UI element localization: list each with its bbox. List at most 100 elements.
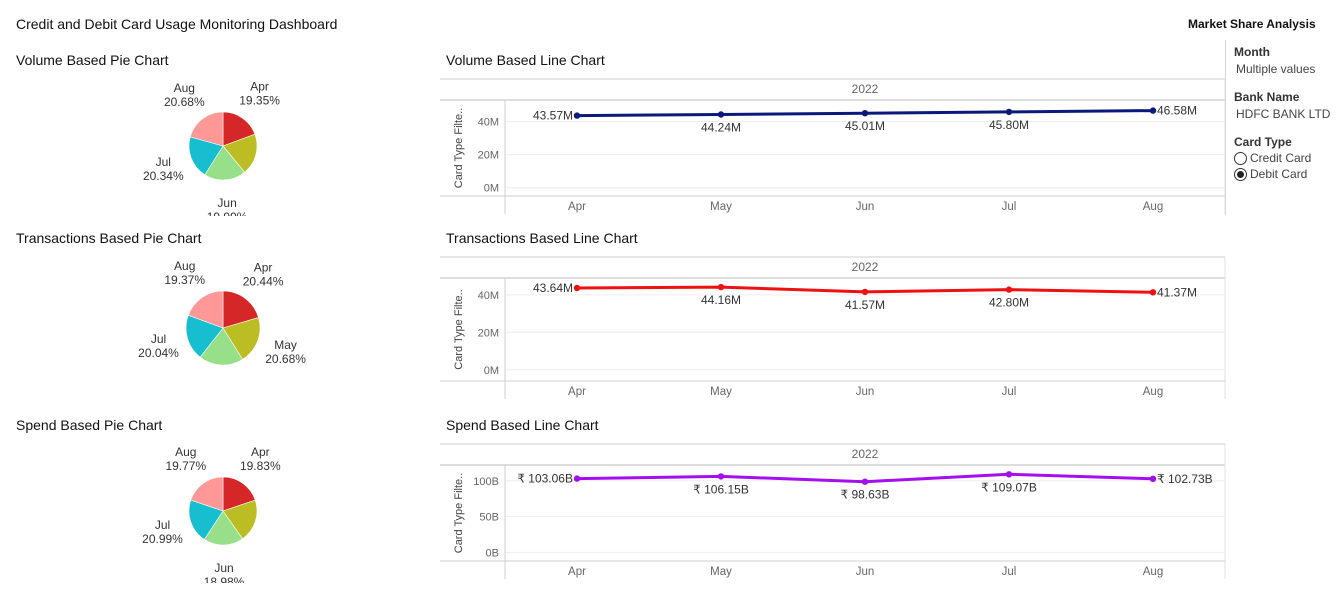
x-tick-label: Jul [1002,201,1017,213]
credit-card-radio[interactable]: Credit Card [1234,151,1334,165]
transactions-pie-chart: Apr20.44% May20.68% Jul20.04% Aug19.37% [138,259,306,366]
pie-label-percent: 20.68% [265,352,306,366]
x-tick-label: Aug [1143,566,1163,578]
month-filter-label: Month [1234,45,1270,59]
bank-filter-value[interactable]: HDFC BANK LTD [1236,107,1334,121]
pie-label-percent: 19.77% [165,459,206,473]
pie-label-month: Apr [250,80,269,94]
data-point-apr[interactable] [573,284,581,292]
filters-panel: Month Multiple values Bank Name HDFC BAN… [1234,45,1334,195]
data-point-apr[interactable] [573,112,581,119]
pie-label-month: Jul [155,518,170,532]
pie-label-month: Apr [254,260,273,274]
pie-label-month: Aug [175,445,196,459]
data-point-jun[interactable] [861,110,869,117]
data-label: 43.64M [533,281,573,295]
data-point-aug[interactable] [1149,475,1157,482]
bank-filter-label: Bank Name [1234,90,1300,104]
x-tick-label: Apr [568,566,586,578]
x-tick-label: Apr [568,201,586,213]
x-tick-label: Jul [1002,566,1017,578]
debit-card-radio[interactable]: Debit Card [1234,167,1334,181]
dashboard-title: Credit and Debit Card Usage Monitoring D… [16,16,338,32]
pie-label-percent: 19.35% [239,94,280,108]
volume-line-chart: 2022 0M 20M 40M Card Type Filte.. Apr May Jun Ju… [440,78,1226,214]
pie-label-percent: 20.44% [243,274,284,288]
pie-label-percent: 20.99% [142,532,183,546]
data-point-aug[interactable] [1149,289,1157,296]
column-header-year: 2022 [852,82,879,96]
data-point-jun[interactable] [861,478,869,485]
data-label: ₹ 106.15B [693,482,749,496]
y-tick-label: 0M [484,183,499,195]
y-tick-label: 20M [478,150,499,162]
data-label: 46.58M [1157,104,1197,118]
y-tick-label: 50B [479,512,499,524]
data-label: 41.37M [1157,285,1197,299]
data-point-jul[interactable] [1005,471,1013,478]
x-tick-label: May [710,386,732,398]
data-label: ₹ 109.07B [981,480,1037,494]
month-filter[interactable]: Month Multiple values [1234,45,1334,76]
transactions-pie-title: Transactions Based Pie Chart [16,230,202,246]
x-tick-label: Jun [856,201,875,213]
pie-label-month: Jul [151,332,166,346]
x-tick-label: Aug [1143,386,1163,398]
data-label: 44.24M [701,121,741,135]
data-point-jul[interactable] [1005,108,1013,116]
radio-icon[interactable] [1234,151,1247,165]
volume-line-title: Volume Based Line Chart [446,52,605,68]
debit-card-label: Debit Card [1250,167,1308,181]
transactions-line-chart: 2022 0M 20M 40M Card Type Filte.. Apr May Jun Ju… [440,256,1226,399]
x-tick-label: Jun [856,386,875,398]
x-tick-label: Aug [1143,201,1163,213]
y-tick-label: 100B [473,476,499,488]
volume-pie-chart: Apr19.35% Jun19.99% Jul20.34% Aug20.68% [143,80,280,217]
y-tick-label: 40M [478,290,499,302]
pie-label-percent: 20.34% [143,169,184,183]
data-point-may[interactable] [717,111,725,118]
market-share-link[interactable]: Market Share Analysis [1188,17,1316,31]
data-point-apr[interactable] [573,475,581,482]
pie-label-month: Jul [156,155,171,169]
pie-label-month: Aug [174,81,195,95]
data-point-aug[interactable] [1149,107,1157,114]
y-tick-label: 0M [484,365,499,377]
y-axis-label: Card Type Filte.. [453,108,465,189]
x-tick-label: Jun [856,566,875,578]
y-tick-label: 40M [478,117,499,129]
pie-label-month: Jun [214,561,233,575]
filter-divider [1225,40,1226,215]
radio-selected-icon[interactable] [1234,167,1247,181]
x-tick-label: May [710,201,732,213]
x-tick-label: Jul [1002,386,1017,398]
month-filter-value[interactable]: Multiple values [1236,62,1334,76]
data-label: 45.80M [989,118,1029,132]
transactions-line-title: Transactions Based Line Chart [446,230,638,246]
column-header-year: 2022 [852,260,879,274]
data-label: 43.57M [533,109,573,123]
pie-label-month: May [274,338,297,352]
data-label: 45.01M [845,119,885,133]
data-label: 42.80M [989,296,1029,310]
pie-label-percent: 19.83% [240,459,281,473]
pie-label-month: Jun [217,196,236,210]
data-point-jun[interactable] [861,288,869,296]
data-point-may[interactable] [717,283,725,291]
data-point-jul[interactable] [1005,286,1013,293]
pie-label-month: Aug [174,259,195,273]
y-tick-label: 0B [486,547,499,559]
y-axis-label: Card Type Filte.. [453,473,465,554]
pie-label-percent: 20.68% [164,95,205,109]
data-label: 44.16M [701,293,741,307]
data-point-may[interactable] [717,473,725,480]
bank-filter[interactable]: Bank Name HDFC BANK LTD [1234,90,1334,121]
card-type-filter: Card Type Credit Card Debit Card [1234,135,1334,181]
spend-line-title: Spend Based Line Chart [446,417,599,433]
y-axis-label: Card Type Filte.. [453,289,465,370]
pie-label-percent: 19.37% [164,273,205,287]
pie-label-month: Apr [251,445,270,459]
volume-pie-title: Volume Based Pie Chart [16,52,169,68]
spend-line-chart: 2022 0B 50B 100B Card Type Filte.. Apr May Jun J… [440,443,1226,579]
pie-label-percent: 18.98% [204,575,245,583]
